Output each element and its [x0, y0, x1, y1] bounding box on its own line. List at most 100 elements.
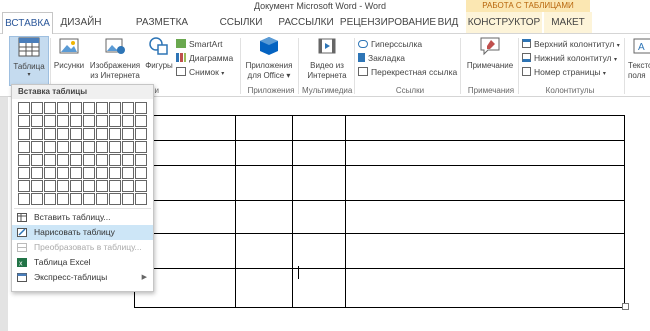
table-grid-cell[interactable] — [83, 180, 95, 192]
table-cell[interactable] — [292, 165, 346, 201]
table-cell[interactable] — [292, 233, 346, 269]
table-grid-cell[interactable] — [31, 141, 43, 153]
table-cell[interactable] — [345, 165, 625, 201]
table-grid-cell[interactable] — [135, 180, 147, 192]
table-grid-cell[interactable] — [70, 154, 82, 166]
excel-table-item[interactable]: x Таблица Excel — [12, 255, 153, 270]
bookmark-button[interactable]: Закладка — [358, 52, 405, 65]
table-grid-cell[interactable] — [135, 128, 147, 140]
table-grid-cell[interactable] — [135, 193, 147, 205]
table-grid-cell[interactable] — [122, 193, 134, 205]
table-button[interactable]: Таблица ▾ — [9, 36, 49, 86]
table-grid-cell[interactable] — [122, 128, 134, 140]
table-grid-cell[interactable] — [57, 115, 69, 127]
table-grid-cell[interactable] — [70, 102, 82, 114]
table-grid-cell[interactable] — [96, 115, 108, 127]
draw-table-item[interactable]: Нарисовать таблицу — [12, 225, 153, 240]
table-cell[interactable] — [235, 268, 293, 308]
shapes-button[interactable]: Фигуры — [144, 36, 174, 71]
table-grid-cell[interactable] — [31, 128, 43, 140]
table-grid-cell[interactable] — [31, 193, 43, 205]
header-button[interactable]: Верхний колонтитул ▾ — [522, 38, 620, 51]
online-video-button[interactable]: Видео из Интернета — [302, 36, 352, 81]
table-grid-cell[interactable] — [31, 180, 43, 192]
smartart-button[interactable]: SmartArt — [176, 38, 223, 51]
table-cell[interactable] — [235, 233, 293, 269]
table-grid-cell[interactable] — [96, 167, 108, 179]
tab-review[interactable]: РЕЦЕНЗИРОВАНИЕ — [338, 12, 438, 33]
table-grid-cell[interactable] — [122, 167, 134, 179]
hyperlink-button[interactable]: Гиперссылка — [358, 38, 422, 51]
tab-insert[interactable]: ВСТАВКА — [2, 12, 53, 35]
table-grid-cell[interactable] — [83, 128, 95, 140]
tab-page-layout[interactable]: РАЗМЕТКА СТРАНИЦЫ — [110, 12, 214, 49]
table-cell[interactable] — [235, 115, 293, 141]
table-cell[interactable] — [345, 233, 625, 269]
crossref-button[interactable]: Перекрестная ссылка — [358, 66, 457, 79]
online-pictures-button[interactable]: Изображения из Интернета — [86, 36, 144, 81]
tab-references[interactable]: ССЫЛКИ — [218, 12, 264, 33]
table-cell[interactable] — [292, 200, 346, 234]
table-cell[interactable] — [292, 115, 346, 141]
table-grid-cell[interactable] — [109, 167, 121, 179]
table-grid-cell[interactable] — [70, 180, 82, 192]
table-grid-cell[interactable] — [122, 154, 134, 166]
table-grid-cell[interactable] — [109, 193, 121, 205]
table-grid-cell[interactable] — [96, 180, 108, 192]
tab-mailings[interactable]: РАССЫЛКИ — [270, 12, 342, 33]
table-grid-cell[interactable] — [31, 102, 43, 114]
table-grid-cell[interactable] — [44, 141, 56, 153]
table-grid-cell[interactable] — [96, 102, 108, 114]
table-grid-cell[interactable] — [57, 180, 69, 192]
tab-table-design[interactable]: КОНСТРУКТОР — [466, 12, 542, 33]
table-grid-cell[interactable] — [70, 115, 82, 127]
table-grid-cell[interactable] — [44, 128, 56, 140]
tab-table-layout[interactable]: МАКЕТ — [544, 12, 592, 33]
table-cell[interactable] — [345, 140, 625, 166]
apps-for-office-button[interactable]: Приложения для Office ▾ — [244, 36, 294, 81]
table-grid-cell[interactable] — [57, 167, 69, 179]
document-table[interactable] — [134, 115, 625, 308]
table-grid-cell[interactable] — [135, 141, 147, 153]
table-grid-cell[interactable] — [18, 167, 30, 179]
footer-button[interactable]: Нижний колонтитул ▾ — [522, 52, 617, 65]
table-grid-cell[interactable] — [109, 180, 121, 192]
table-grid-cell[interactable] — [122, 115, 134, 127]
table-grid-cell[interactable] — [31, 167, 43, 179]
table-grid-cell[interactable] — [109, 141, 121, 153]
table-cell[interactable] — [235, 140, 293, 166]
table-grid-cell[interactable] — [44, 180, 56, 192]
table-grid-cell[interactable] — [96, 141, 108, 153]
tab-view[interactable]: ВИД — [432, 12, 464, 33]
table-grid-cell[interactable] — [83, 102, 95, 114]
table-grid-cell[interactable] — [83, 193, 95, 205]
table-grid-cell[interactable] — [18, 154, 30, 166]
table-grid-cell[interactable] — [109, 154, 121, 166]
table-size-grid[interactable] — [18, 102, 147, 205]
table-grid-cell[interactable] — [122, 180, 134, 192]
comment-button[interactable]: Примечание — [462, 36, 518, 71]
table-grid-cell[interactable] — [18, 102, 30, 114]
table-cell[interactable] — [235, 165, 293, 201]
table-grid-cell[interactable] — [44, 167, 56, 179]
table-grid-cell[interactable] — [44, 102, 56, 114]
table-grid-cell[interactable] — [135, 102, 147, 114]
table-grid-cell[interactable] — [83, 167, 95, 179]
table-grid-cell[interactable] — [57, 128, 69, 140]
table-grid-cell[interactable] — [70, 141, 82, 153]
pictures-button[interactable]: Рисунки — [52, 36, 86, 71]
table-cell[interactable] — [345, 115, 625, 141]
table-grid-cell[interactable] — [57, 102, 69, 114]
table-grid-cell[interactable] — [122, 141, 134, 153]
table-grid-cell[interactable] — [96, 193, 108, 205]
table-cell[interactable] — [292, 268, 346, 308]
table-grid-cell[interactable] — [70, 167, 82, 179]
table-grid-cell[interactable] — [135, 167, 147, 179]
page-number-button[interactable]: Номер страницы ▾ — [522, 66, 606, 79]
insert-table-item[interactable]: Вставить таблицу... — [12, 210, 153, 225]
table-resize-handle[interactable] — [622, 303, 629, 310]
table-cell[interactable] — [235, 200, 293, 234]
table-grid-cell[interactable] — [44, 193, 56, 205]
table-grid-cell[interactable] — [18, 128, 30, 140]
table-grid-cell[interactable] — [18, 180, 30, 192]
